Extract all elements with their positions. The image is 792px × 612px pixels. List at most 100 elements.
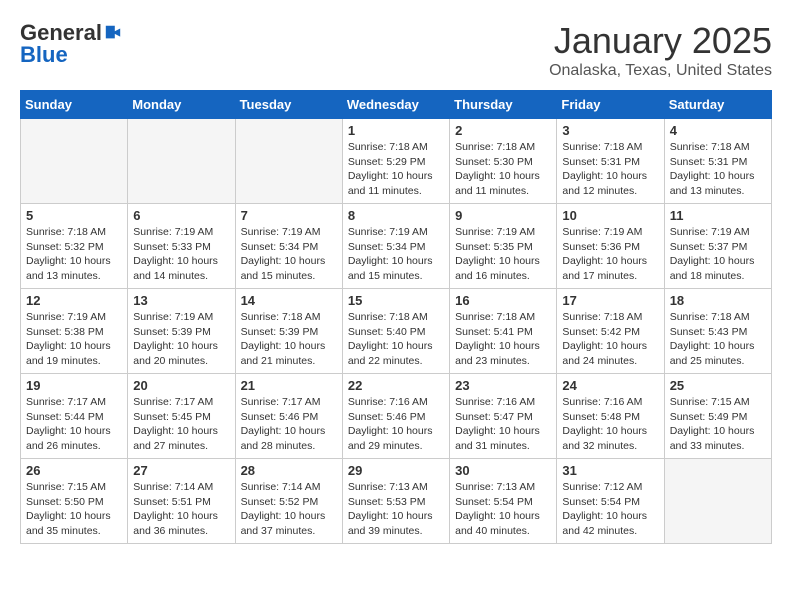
col-thursday: Thursday: [450, 91, 557, 119]
day-cell-4-1: 27 Sunrise: 7:14 AMSunset: 5:51 PMDayligh…: [128, 459, 235, 544]
location-subtitle: Onalaska, Texas, United States: [549, 62, 772, 80]
col-sunday: Sunday: [21, 91, 128, 119]
day-number: 7: [241, 208, 337, 223]
day-number: 24: [562, 378, 658, 393]
col-monday: Monday: [128, 91, 235, 119]
day-number: 17: [562, 293, 658, 308]
day-cell-1-2: 7 Sunrise: 7:19 AMSunset: 5:34 PMDaylight…: [235, 204, 342, 289]
day-number: 8: [348, 208, 444, 223]
day-info: Sunrise: 7:16 AMSunset: 5:46 PMDaylight:…: [348, 395, 444, 454]
day-cell-2-2: 14 Sunrise: 7:18 AMSunset: 5:39 PMDayligh…: [235, 289, 342, 374]
day-info: Sunrise: 7:14 AMSunset: 5:51 PMDaylight:…: [133, 480, 229, 539]
day-number: 20: [133, 378, 229, 393]
day-number: 2: [455, 123, 551, 138]
day-info: Sunrise: 7:18 AMSunset: 5:41 PMDaylight:…: [455, 310, 551, 369]
day-info: Sunrise: 7:13 AMSunset: 5:54 PMDaylight:…: [455, 480, 551, 539]
day-number: 28: [241, 463, 337, 478]
day-number: 11: [670, 208, 766, 223]
day-number: 13: [133, 293, 229, 308]
week-row-1: 1Sunrise: 7:18 AMSunset: 5:29 PMDaylight…: [21, 119, 772, 204]
day-number: 21: [241, 378, 337, 393]
day-cell-0-6: 4Sunrise: 7:18 AMSunset: 5:31 PMDaylight…: [664, 119, 771, 204]
day-cell-3-5: 24 Sunrise: 7:16 AMSunset: 5:48 PMDayligh…: [557, 374, 664, 459]
day-info: Sunrise: 7:18 AMSunset: 5:42 PMDaylight:…: [562, 310, 658, 369]
day-cell-2-4: 16 Sunrise: 7:18 AMSunset: 5:41 PMDayligh…: [450, 289, 557, 374]
day-cell-2-5: 17 Sunrise: 7:18 AMSunset: 5:42 PMDayligh…: [557, 289, 664, 374]
day-number: 1: [348, 123, 444, 138]
day-cell-4-2: 28Sunrise: 7:14 AMSunset: 5:52 PMDayligh…: [235, 459, 342, 544]
day-cell-3-2: 21Sunrise: 7:17 AMSunset: 5:46 PMDayligh…: [235, 374, 342, 459]
day-number: 10: [562, 208, 658, 223]
day-cell-2-0: 12Sunrise: 7:19 AMSunset: 5:38 PMDayligh…: [21, 289, 128, 374]
month-title: January 2025: [549, 20, 772, 62]
day-info: Sunrise: 7:19 AMSunset: 5:39 PMDaylight:…: [133, 310, 229, 369]
day-number: 12: [26, 293, 122, 308]
week-row-2: 5Sunrise: 7:18 AMSunset: 5:32 PMDaylight…: [21, 204, 772, 289]
day-number: 22: [348, 378, 444, 393]
day-cell-0-0: [21, 119, 128, 204]
day-cell-4-4: 30 Sunrise: 7:13 AMSunset: 5:54 PMDayligh…: [450, 459, 557, 544]
day-cell-0-2: [235, 119, 342, 204]
day-number: 26: [26, 463, 122, 478]
logo-blue-text: Blue: [20, 42, 68, 68]
day-cell-3-0: 19 Sunrise: 7:17 AMSunset: 5:44 PMDayligh…: [21, 374, 128, 459]
day-number: 16: [455, 293, 551, 308]
week-row-5: 26 Sunrise: 7:15 AMSunset: 5:50 PMDayligh…: [21, 459, 772, 544]
day-cell-4-5: 31 Sunrise: 7:12 AMSunset: 5:54 PMDayligh…: [557, 459, 664, 544]
day-cell-1-1: 6Sunrise: 7:19 AMSunset: 5:33 PMDaylight…: [128, 204, 235, 289]
day-info: Sunrise: 7:18 AMSunset: 5:43 PMDaylight:…: [670, 310, 766, 369]
day-number: 19: [26, 378, 122, 393]
day-number: 29: [348, 463, 444, 478]
week-row-4: 19 Sunrise: 7:17 AMSunset: 5:44 PMDayligh…: [21, 374, 772, 459]
day-number: 14: [241, 293, 337, 308]
day-cell-0-4: 2Sunrise: 7:18 AMSunset: 5:30 PMDaylight…: [450, 119, 557, 204]
day-info: Sunrise: 7:19 AMSunset: 5:36 PMDaylight:…: [562, 225, 658, 284]
day-number: 6: [133, 208, 229, 223]
day-info: Sunrise: 7:19 AMSunset: 5:37 PMDaylight:…: [670, 225, 766, 284]
day-cell-1-3: 8 Sunrise: 7:19 AMSunset: 5:34 PMDaylight…: [342, 204, 449, 289]
day-info: Sunrise: 7:19 AMSunset: 5:34 PMDaylight:…: [241, 225, 337, 284]
day-number: 9: [455, 208, 551, 223]
col-wednesday: Wednesday: [342, 91, 449, 119]
calendar-header-row: Sunday Monday Tuesday Wednesday Thursday…: [21, 91, 772, 119]
day-cell-4-3: 29Sunrise: 7:13 AMSunset: 5:53 PMDayligh…: [342, 459, 449, 544]
day-number: 31: [562, 463, 658, 478]
day-number: 5: [26, 208, 122, 223]
day-cell-2-6: 18 Sunrise: 7:18 AMSunset: 5:43 PMDayligh…: [664, 289, 771, 374]
day-number: 3: [562, 123, 658, 138]
day-cell-0-1: [128, 119, 235, 204]
day-info: Sunrise: 7:19 AMSunset: 5:35 PMDaylight:…: [455, 225, 551, 284]
day-cell-3-3: 22 Sunrise: 7:16 AMSunset: 5:46 PMDayligh…: [342, 374, 449, 459]
day-info: Sunrise: 7:16 AMSunset: 5:47 PMDaylight:…: [455, 395, 551, 454]
col-tuesday: Tuesday: [235, 91, 342, 119]
day-info: Sunrise: 7:17 AMSunset: 5:44 PMDaylight:…: [26, 395, 122, 454]
day-info: Sunrise: 7:16 AMSunset: 5:48 PMDaylight:…: [562, 395, 658, 454]
day-cell-1-0: 5Sunrise: 7:18 AMSunset: 5:32 PMDaylight…: [21, 204, 128, 289]
week-row-3: 12Sunrise: 7:19 AMSunset: 5:38 PMDayligh…: [21, 289, 772, 374]
day-cell-2-1: 13 Sunrise: 7:19 AMSunset: 5:39 PMDayligh…: [128, 289, 235, 374]
day-number: 18: [670, 293, 766, 308]
day-number: 15: [348, 293, 444, 308]
day-cell-2-3: 15 Sunrise: 7:18 AMSunset: 5:40 PMDayligh…: [342, 289, 449, 374]
day-info: Sunrise: 7:17 AMSunset: 5:45 PMDaylight:…: [133, 395, 229, 454]
day-cell-4-6: [664, 459, 771, 544]
day-info: Sunrise: 7:18 AMSunset: 5:39 PMDaylight:…: [241, 310, 337, 369]
day-info: Sunrise: 7:18 AMSunset: 5:31 PMDaylight:…: [562, 140, 658, 199]
day-number: 30: [455, 463, 551, 478]
day-cell-3-6: 25Sunrise: 7:15 AMSunset: 5:49 PMDayligh…: [664, 374, 771, 459]
day-info: Sunrise: 7:15 AMSunset: 5:50 PMDaylight:…: [26, 480, 122, 539]
col-saturday: Saturday: [664, 91, 771, 119]
day-info: Sunrise: 7:12 AMSunset: 5:54 PMDaylight:…: [562, 480, 658, 539]
day-cell-1-6: 11 Sunrise: 7:19 AMSunset: 5:37 PMDayligh…: [664, 204, 771, 289]
day-number: 27: [133, 463, 229, 478]
day-number: 4: [670, 123, 766, 138]
col-friday: Friday: [557, 91, 664, 119]
day-info: Sunrise: 7:19 AMSunset: 5:34 PMDaylight:…: [348, 225, 444, 284]
day-info: Sunrise: 7:15 AMSunset: 5:49 PMDaylight:…: [670, 395, 766, 454]
title-block: January 2025 Onalaska, Texas, United Sta…: [549, 20, 772, 80]
day-cell-0-3: 1Sunrise: 7:18 AMSunset: 5:29 PMDaylight…: [342, 119, 449, 204]
day-info: Sunrise: 7:18 AMSunset: 5:40 PMDaylight:…: [348, 310, 444, 369]
day-cell-4-0: 26 Sunrise: 7:15 AMSunset: 5:50 PMDayligh…: [21, 459, 128, 544]
logo: General Blue: [20, 20, 122, 68]
day-cell-3-4: 23Sunrise: 7:16 AMSunset: 5:47 PMDayligh…: [450, 374, 557, 459]
